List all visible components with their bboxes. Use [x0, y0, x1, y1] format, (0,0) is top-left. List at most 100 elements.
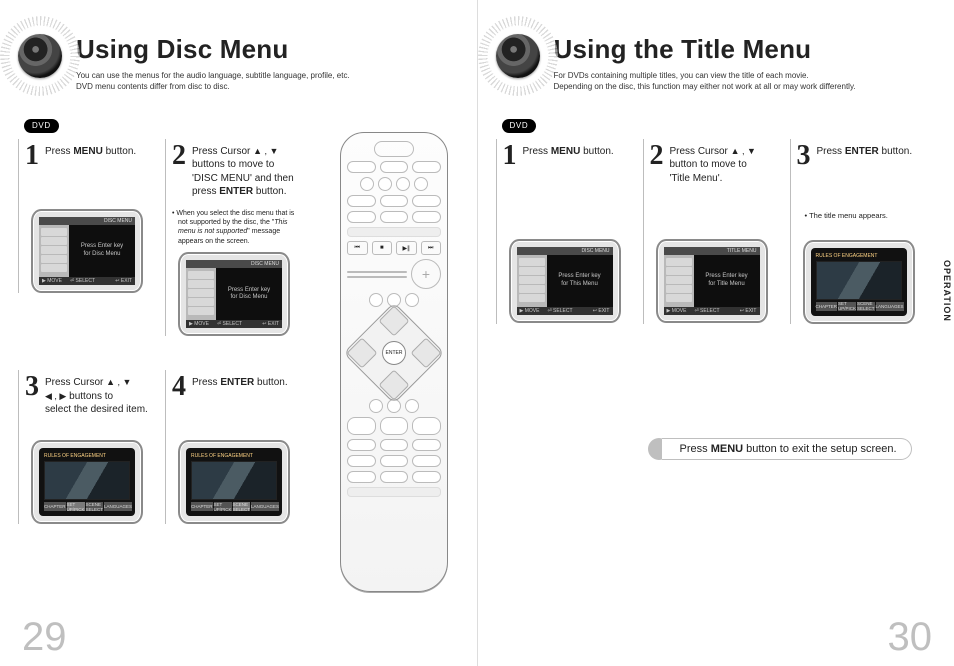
t: button. — [580, 146, 613, 157]
cursor-icon: ◀ , ▶ — [45, 391, 66, 401]
screen-disc-menu: DISC MENU Press Enter key for This Menu ▶… — [509, 239, 621, 323]
steps-right: 1 Press MENU button. DISC MENU Press Ent… — [496, 139, 937, 324]
dpad: ENTER — [354, 313, 434, 393]
t: ⏎ SELECT — [694, 308, 719, 314]
tab: LANGUAGES — [876, 302, 904, 311]
t: ▶ MOVE — [667, 308, 687, 314]
step-text: Press Cursor ▲ , ▼ button to move to 'Ti… — [670, 143, 756, 203]
t: for Disc Menu — [230, 294, 267, 300]
screen-title-menu: TITLE MENU Press Enter keyfor Title Menu… — [656, 239, 768, 323]
header-left: Using Disc Menu You can use the menus fo… — [12, 28, 459, 93]
t: Press Cursor — [45, 377, 106, 388]
t: Press — [680, 443, 708, 455]
cursor-icon: ▲ , ▼ — [106, 377, 131, 387]
step-number: 3 — [25, 374, 39, 434]
step-text: Press ENTER button. — [817, 143, 913, 203]
t: ⏎ SELECT — [547, 308, 572, 314]
t: Press — [192, 377, 220, 388]
enter-button: ENTER — [382, 341, 406, 365]
t: ▶ MOVE — [520, 308, 540, 314]
t: for Title Menu — [708, 281, 744, 287]
step-3: 3 Press ENTER button. The title menu app… — [790, 139, 925, 324]
screen-disc-menu: DISC MENU Press Enter keyfor Disc Menu ▶… — [31, 209, 143, 293]
step-note: The title menu appears. — [805, 211, 923, 220]
t: button. — [253, 186, 286, 197]
tab: CHAPTER — [816, 302, 838, 311]
dvd-badge: DVD — [502, 119, 537, 133]
t: Press — [45, 146, 73, 157]
movie-title: RULES OF ENGAGEMENT — [191, 453, 277, 461]
step-4: 4 Press ENTER button. RULES OF ENGAGEMEN… — [165, 370, 300, 524]
tab: SET UP/PICK — [214, 502, 232, 511]
screen-movie: RULES OF ENGAGEMENT CHAPTER SET UP/PICK … — [803, 240, 915, 324]
step-number: 3 — [797, 143, 811, 203]
step-number: 2 — [172, 143, 186, 203]
t: button. — [879, 146, 912, 157]
t: buttons to — [66, 391, 113, 402]
section-tab: OPERATION — [942, 260, 952, 322]
page-number: 30 — [888, 615, 933, 660]
t: TITLE MENU — [727, 248, 757, 254]
step-number: 4 — [172, 374, 186, 434]
t: DISC MENU — [581, 248, 609, 254]
page-right: Using the Title Menu For DVDs containing… — [478, 0, 954, 666]
t: for This Menu — [561, 281, 598, 287]
t: ⏎ SELECT — [217, 321, 242, 327]
speaker-icon — [12, 28, 68, 84]
movie-title: RULES OF ENGAGEMENT — [816, 253, 902, 261]
step-1: 1 Press MENU button. DISC MENU Press Ent… — [496, 139, 631, 324]
t: ↩ EXIT — [115, 278, 132, 284]
t: Press Cursor — [192, 146, 253, 157]
page-title: Using the Title Menu — [554, 34, 856, 65]
bold: MENU — [73, 146, 102, 157]
step-text: Press ENTER button. — [192, 374, 288, 434]
step-note: When you select the disc menu that is no… — [172, 209, 298, 247]
tab: SCENE SELECT — [857, 302, 875, 311]
tab: SET UP/PICK — [67, 502, 85, 511]
cursor-icon: ▲ , ▼ — [253, 146, 278, 156]
t: buttons to move to — [192, 159, 274, 170]
dvd-badge: DVD — [24, 119, 59, 133]
screen-disc-menu: DISC MENU Press Enter keyfor Disc Menu ▶… — [178, 252, 290, 336]
t: DISC MENU — [104, 218, 132, 224]
t: Press Enter key — [81, 243, 123, 249]
step-3: 3 Press Cursor ▲ , ▼ ◀ , ▶ buttons to se… — [18, 370, 153, 524]
t: Press Enter key — [558, 273, 600, 279]
step-1: 1 Press MENU button. DISC MENU Press Ent… — [18, 139, 153, 293]
bold: ENTER — [220, 377, 254, 388]
bold: ENTER — [845, 146, 879, 157]
tab: SET UP/PICK — [838, 302, 856, 311]
step-text: Press MENU button. — [523, 143, 614, 203]
page-subtitle: For DVDs containing multiple titles, you… — [554, 71, 856, 93]
page-subtitle: You can use the menus for the audio lang… — [76, 71, 350, 93]
tab: CHAPTER — [44, 502, 66, 511]
step-number: 1 — [503, 143, 517, 203]
step-text: Press Cursor ▲ , ▼ ◀ , ▶ buttons to sele… — [45, 374, 148, 434]
t: ⏎ SELECT — [70, 278, 95, 284]
t: select the desired item. — [45, 404, 148, 415]
movie-title: RULES OF ENGAGEMENT — [44, 453, 130, 461]
t: ↩ EXIT — [740, 308, 757, 314]
t: button. — [254, 377, 287, 388]
tab: LANGUAGES — [251, 502, 279, 511]
screen-movie: RULES OF ENGAGEMENT CHAPTER SET UP/PICK … — [178, 440, 290, 524]
screen-movie: RULES OF ENGAGEMENT CHAPTER SET UP/PICK … — [31, 440, 143, 524]
t: 'Title Menu'. — [670, 173, 723, 184]
bold: MENU — [711, 443, 743, 455]
t: ↩ EXIT — [262, 321, 279, 327]
step-2: 2 Press Cursor ▲ , ▼ button to move to '… — [643, 139, 778, 324]
tab: SCENE SELECT — [233, 502, 251, 511]
speaker-icon — [490, 28, 546, 84]
t: Press Cursor — [670, 146, 731, 157]
cursor-icon: ▲ , ▼ — [731, 146, 756, 156]
step-2: 2 Press Cursor ▲ , ▼ buttons to move to … — [165, 139, 300, 337]
t: for Disc Menu — [83, 251, 120, 257]
exit-note: Press MENU button to exit the setup scre… — [648, 438, 912, 460]
bold: ENTER — [219, 186, 253, 197]
bold: MENU — [551, 146, 580, 157]
t: DISC MENU — [251, 261, 279, 267]
header-right: Using the Title Menu For DVDs containing… — [490, 28, 937, 93]
tab: LANGUAGES — [104, 502, 132, 511]
step-number: 2 — [650, 143, 664, 203]
t: Press — [817, 146, 845, 157]
